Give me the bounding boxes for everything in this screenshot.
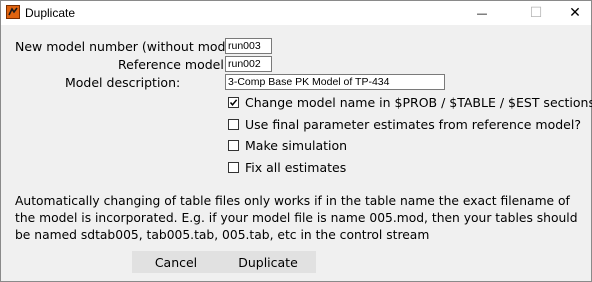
change-model-name-text: Change model name in $PROB / $TABLE / $E… — [245, 94, 592, 110]
duplicate-button[interactable]: Duplicate — [220, 251, 316, 273]
use-final-estimates-option[interactable]: Use final parameter estimates from refer… — [228, 116, 581, 132]
reference-model-label: Reference model: — [118, 57, 229, 72]
fix-all-estimates-text: Fix all estimates — [245, 159, 347, 175]
use-final-estimates-checkbox[interactable] — [228, 118, 239, 130]
title-bar[interactable]: Duplicate — ☐ ✕ — [1, 1, 591, 25]
maximize-icon: ☐ — [529, 5, 543, 21]
close-button[interactable]: ✕ — [553, 1, 592, 25]
make-simulation-text: Make simulation — [245, 137, 348, 153]
minimize-icon: — — [476, 6, 488, 20]
change-model-name-option[interactable]: Change model name in $PROB / $TABLE / $E… — [228, 94, 592, 110]
make-simulation-option[interactable]: Make simulation — [228, 137, 347, 153]
make-simulation-checkbox[interactable] — [228, 139, 239, 151]
fix-all-estimates-checkbox[interactable] — [228, 161, 239, 173]
app-icon — [6, 5, 20, 19]
new-model-input[interactable]: run003 — [225, 38, 272, 54]
info-text: Automatically changing of table files on… — [15, 193, 580, 244]
close-icon: ✕ — [569, 5, 581, 21]
use-final-estimates-text: Use final parameter estimates from refer… — [245, 116, 581, 132]
minimize-button[interactable]: — — [460, 1, 504, 25]
cancel-button[interactable]: Cancel — [132, 251, 220, 273]
window-title: Duplicate — [25, 6, 76, 20]
change-model-name-checkbox[interactable] — [228, 96, 239, 108]
info-line-2: the model is incorporated. E.g. if your … — [15, 211, 578, 225]
duplicate-dialog: Duplicate — ☐ ✕ New model number (withou… — [0, 0, 592, 282]
info-line-1: Automatically changing of table files on… — [15, 194, 570, 208]
new-model-label: New model number (without mod): — [15, 39, 235, 54]
checkmark-icon — [229, 98, 238, 106]
info-line-3: be named sdtab005, tab005.tab, 005.tab, … — [15, 228, 430, 242]
reference-model-input[interactable]: run002 — [225, 56, 272, 72]
model-description-input[interactable]: 3-Comp Base PK Model of TP-434 — [225, 74, 445, 90]
model-description-label: Model description: — [65, 75, 181, 90]
maximize-button: ☐ — [514, 1, 558, 25]
fix-all-estimates-option[interactable]: Fix all estimates — [228, 159, 346, 175]
